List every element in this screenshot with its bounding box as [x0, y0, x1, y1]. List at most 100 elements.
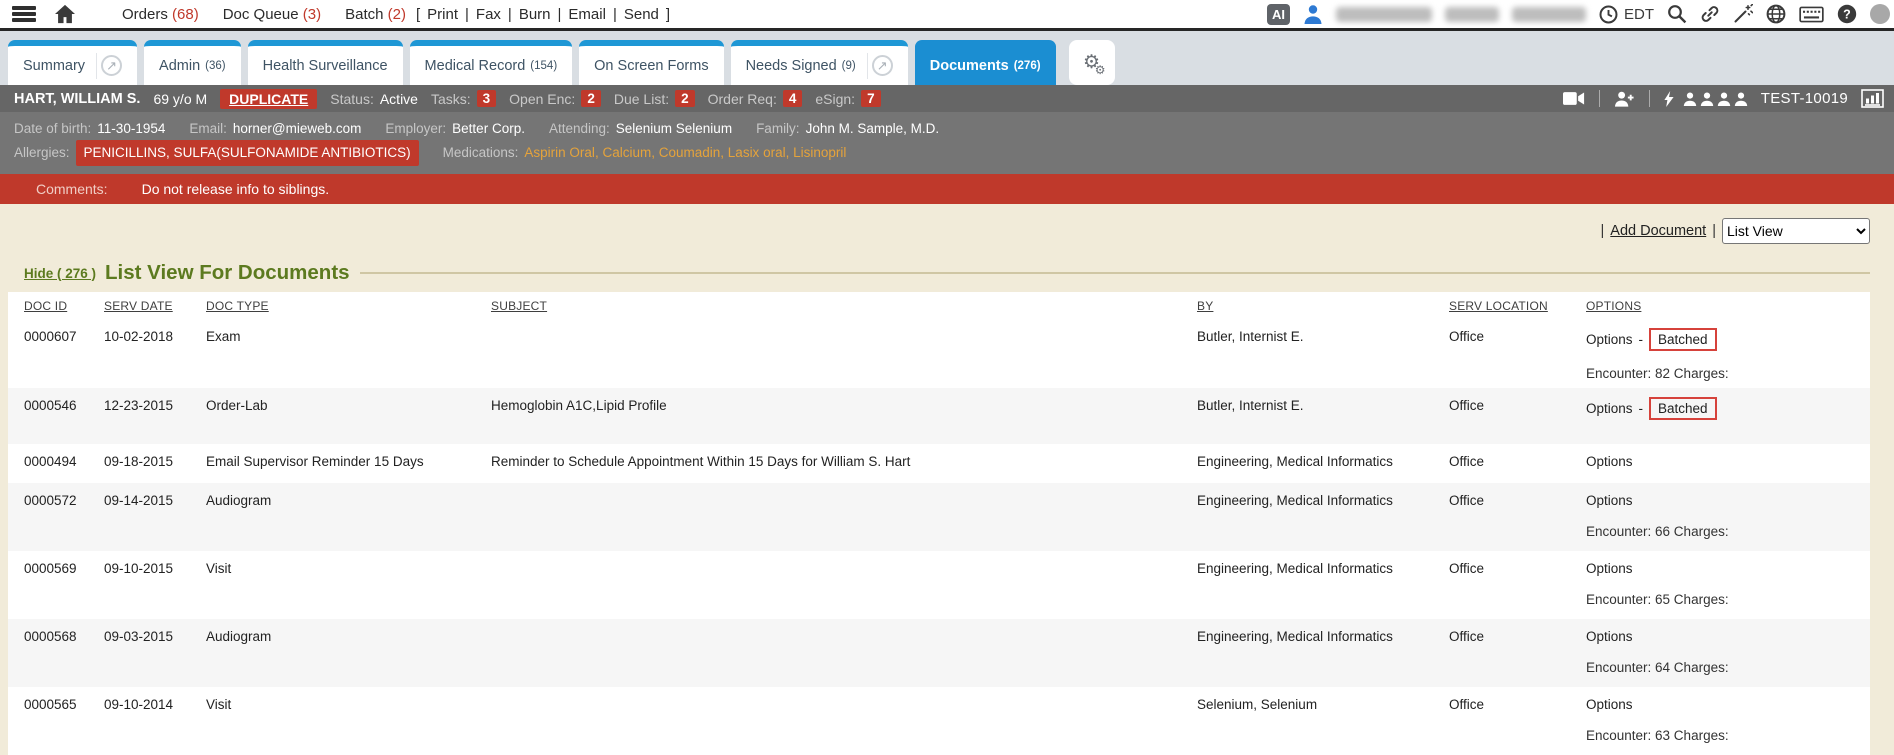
- allergies-badge[interactable]: PENICILLINS, SULFA(SULFONAMIDE ANTIBIOTI…: [76, 140, 419, 166]
- globe-icon[interactable]: [1766, 4, 1786, 24]
- options-link[interactable]: Options: [1586, 331, 1633, 348]
- doc-id: 0000607: [8, 319, 104, 388]
- encounter-line: Encounter: 82 Charges:: [1586, 365, 1862, 382]
- employer-value: Better Corp.: [452, 118, 525, 140]
- add-person-icon[interactable]: [1614, 91, 1635, 107]
- medication-link[interactable]: Lisinopril: [793, 145, 846, 160]
- esign-count-badge[interactable]: 7: [861, 90, 881, 107]
- open-new-window-icon[interactable]: ↗: [101, 55, 122, 76]
- action-burn[interactable]: Burn: [519, 6, 551, 23]
- menu-icon[interactable]: [12, 6, 36, 22]
- link-icon[interactable]: [1700, 4, 1720, 24]
- topbar-right: AI EDT ?: [1267, 4, 1890, 25]
- avatar[interactable]: [1870, 4, 1890, 24]
- col-by[interactable]: BY: [1197, 299, 1449, 313]
- video-camera-icon[interactable]: [1563, 91, 1585, 106]
- open-new-window-icon[interactable]: ↗: [872, 55, 893, 76]
- doc-type: Audiogram: [206, 483, 491, 551]
- by: Engineering, Medical Informatics: [1197, 483, 1449, 551]
- duplicate-badge[interactable]: DUPLICATE: [220, 89, 317, 109]
- attending-label: Attending:: [549, 118, 610, 140]
- redacted-user-name: [1445, 7, 1499, 22]
- help-icon[interactable]: ?: [1837, 4, 1857, 24]
- options-link[interactable]: Options: [1586, 400, 1633, 417]
- encounter-line: Encounter: 63 Charges:: [1586, 727, 1862, 744]
- by: Butler, Internist E.: [1197, 319, 1449, 388]
- col-serv-location[interactable]: SERV LOCATION: [1449, 299, 1586, 313]
- tab-needs-signed[interactable]: Needs Signed(9) ↗: [731, 40, 908, 85]
- view-mode-select[interactable]: List View: [1722, 218, 1870, 244]
- patient-details-row-2: Allergies: PENICILLINS, SULFA(SULFONAMID…: [14, 140, 1880, 166]
- family-value: John M. Sample, M.D.: [806, 118, 940, 140]
- attending-value: Selenium Selenium: [616, 118, 732, 140]
- col-doc-id[interactable]: DOC ID: [8, 299, 104, 313]
- subject: [491, 619, 1197, 687]
- magic-wand-icon[interactable]: [1733, 4, 1753, 24]
- options-link[interactable]: Options: [1586, 453, 1633, 470]
- col-doc-type[interactable]: DOC TYPE: [206, 299, 491, 313]
- tasks-count-badge[interactable]: 3: [477, 90, 497, 107]
- action-email[interactable]: Email: [568, 6, 606, 23]
- chart-stats-icon[interactable]: [1861, 89, 1884, 108]
- tab-medical-record[interactable]: Medical Record(154): [410, 40, 573, 85]
- menu-item-batch[interactable]: Batch (2): [345, 6, 406, 23]
- email-value: horner@mieweb.com: [233, 118, 362, 140]
- clock-icon[interactable]: [1599, 5, 1618, 24]
- patients-group-icon[interactable]: [1683, 92, 1748, 106]
- dob-label: Date of birth:: [14, 118, 91, 140]
- medication-link[interactable]: Lasix oral: [728, 145, 793, 160]
- lightning-bolt-icon[interactable]: [1664, 91, 1674, 107]
- home-icon[interactable]: [54, 4, 76, 24]
- tab-health-surveillance[interactable]: Health Surveillance: [248, 40, 403, 85]
- action-fax[interactable]: Fax: [476, 6, 501, 23]
- options-cell: Options Encounter: 64 Charges:: [1586, 619, 1870, 687]
- options-link[interactable]: Options: [1586, 560, 1633, 577]
- menu-item-orders[interactable]: Orders (68): [122, 6, 199, 23]
- doc-type: Visit: [206, 687, 491, 755]
- pipe: |: [1712, 223, 1716, 239]
- page-title: List View For Documents: [105, 261, 350, 285]
- order-req-count-badge[interactable]: 4: [783, 90, 803, 107]
- patient-bar-tools: TEST-10019: [1563, 89, 1884, 108]
- doc-id: 0000569: [8, 551, 104, 619]
- options-link[interactable]: Options: [1586, 696, 1633, 713]
- tab-on-screen-forms[interactable]: On Screen Forms: [579, 40, 723, 85]
- menu-item-doc-queue[interactable]: Doc Queue (3): [223, 6, 321, 23]
- open-enc-count-badge[interactable]: 2: [581, 90, 601, 107]
- ai-badge[interactable]: AI: [1267, 4, 1290, 25]
- serv-date: 09-10-2015: [104, 551, 206, 619]
- employer-label: Employer:: [385, 118, 446, 140]
- search-icon[interactable]: [1667, 4, 1687, 24]
- col-options[interactable]: OPTIONS: [1586, 299, 1870, 313]
- doc-type: Exam: [206, 319, 491, 388]
- encounter-line: Encounter: 66 Charges:: [1586, 523, 1862, 540]
- serv-location: Office: [1449, 319, 1586, 388]
- col-subject[interactable]: SUBJECT: [491, 299, 1197, 313]
- action-print[interactable]: Print: [427, 6, 458, 23]
- options-link[interactable]: Options: [1586, 492, 1633, 509]
- esign-label: eSign:: [815, 91, 855, 107]
- action-send[interactable]: Send: [624, 6, 659, 23]
- subject: [491, 687, 1197, 755]
- tab-summary[interactable]: Summary ↗: [8, 40, 137, 85]
- col-serv-date[interactable]: SERV DATE: [104, 299, 206, 313]
- user-icon[interactable]: [1303, 4, 1323, 24]
- medication-link[interactable]: Aspirin Oral: [524, 145, 602, 160]
- add-document-link[interactable]: Add Document: [1610, 223, 1706, 239]
- due-list-count-badge[interactable]: 2: [675, 90, 695, 107]
- by: Selenium, Selenium: [1197, 687, 1449, 755]
- keyboard-icon[interactable]: [1799, 6, 1824, 23]
- tab-admin[interactable]: Admin(36): [144, 40, 241, 85]
- hide-link[interactable]: Hide ( 276 ): [24, 266, 96, 281]
- medication-link[interactable]: Coumadin: [659, 145, 728, 160]
- doc-type: Audiogram: [206, 619, 491, 687]
- table-row: 0000494 09-18-2015 Email Supervisor Remi…: [8, 444, 1870, 483]
- patient-id: TEST-10019: [1761, 90, 1848, 107]
- serv-location: Office: [1449, 551, 1586, 619]
- options-link[interactable]: Options: [1586, 628, 1633, 645]
- tab-documents[interactable]: Documents(276): [915, 40, 1056, 85]
- tab-settings-button[interactable]: ⚙ ⚙: [1069, 40, 1115, 85]
- medication-link[interactable]: Calcium: [602, 145, 658, 160]
- email-label: Email:: [189, 118, 227, 140]
- redacted-user-name: [1336, 7, 1432, 22]
